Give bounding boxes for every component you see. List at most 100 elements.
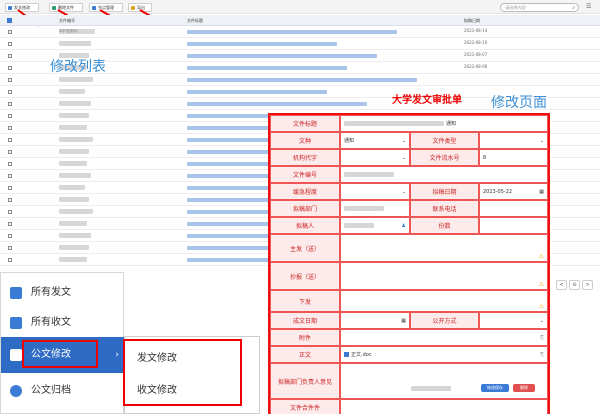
search-select[interactable]: -请选择内容- ⌕ [500,3,579,12]
inbox-icon [10,317,22,329]
row-doc-title-link[interactable] [187,102,367,106]
calendar-icon[interactable]: ▦ [401,318,406,324]
node-manage-button[interactable]: 节点管理 [89,3,123,12]
row-checkbox[interactable] [8,150,12,154]
table-row[interactable]: 中扩发资字( 2023-08-14 [0,26,600,38]
row-checkbox[interactable] [8,42,12,46]
search-icon[interactable]: ⌕ [572,5,575,12]
org-code-select[interactable]: ⌄ [340,149,410,166]
next-page-button[interactable]: > [582,280,593,290]
chevron-down-icon: ⌄ [401,154,406,161]
cover-field[interactable] [340,399,548,414]
row-checkbox[interactable] [8,138,12,142]
row-checkbox[interactable] [8,54,12,58]
row-draft-date: 2023-08-14 [464,28,488,33]
row-doc-title-link[interactable] [187,42,337,46]
urgency-select[interactable]: ⌄ [340,183,410,200]
row-doc-no [59,209,93,214]
row-doc-title-link[interactable] [187,54,377,58]
drafter-input[interactable]: ♟ [340,217,410,234]
table-row[interactable]: 2023-08-10 [0,38,600,50]
sidebar-item-all-receive[interactable]: 所有收文 [1,305,125,341]
row-checkbox[interactable] [8,126,12,130]
row-doc-title-link[interactable] [187,78,417,82]
label-serial: 文件流水号 [410,149,479,166]
row-checkbox[interactable] [8,210,12,214]
annotation-page-label: 修改页面 [491,95,547,111]
row-checkbox[interactable] [8,102,12,106]
row-doc-no [59,149,89,154]
serial-input[interactable]: 8 [479,149,548,166]
user-icon[interactable]: ♟ [402,223,406,229]
row-checkbox[interactable] [8,174,12,178]
row-checkbox[interactable] [8,66,12,70]
row-checkbox[interactable] [8,90,12,94]
label-cover: 文件合件件 [270,399,340,414]
doc-title-input[interactable]: 通知 [340,115,548,132]
toolbar: 发文修改 删除文件 节点管理 导出 -请选择内容- ⌕ ☰ [0,0,600,14]
cc-send-textarea[interactable]: ⚠ [340,262,548,290]
sidebar-item-archive[interactable]: 公文归档 [1,373,125,409]
row-checkbox[interactable] [8,234,12,238]
select-all-checkbox[interactable] [7,18,12,23]
attach-field[interactable]: ⎘ [340,329,548,346]
delete-button[interactable]: 删除 [513,384,535,392]
row-checkbox[interactable] [8,78,12,82]
label-doc-no: 文件编号 [270,166,340,183]
row-doc-no [59,233,91,238]
doc-type-select[interactable]: 通知 ⌄ [340,132,410,149]
approval-form: 文件标题 通知 文种 通知 ⌄ 文件类型 ⌄ 机构代字 ⌄ 文件流水号 8 文件编… [268,113,550,414]
done-date-input[interactable]: ▦ [340,312,410,329]
menu-icon[interactable]: ☰ [586,3,591,10]
row-doc-no [59,125,87,130]
row-doc-no [59,257,87,262]
copies-input[interactable] [479,217,548,234]
save-button[interactable]: 修改保存 [481,384,509,392]
paperclip-icon[interactable]: ⎘ [540,352,544,358]
label-main-send: 主发（送） [270,234,340,262]
row-checkbox[interactable] [8,162,12,166]
highlight-box [22,340,98,368]
archive-icon [10,385,22,397]
row-draft-date: 2023-08-07 [464,52,488,57]
opinion-field[interactable]: 修改保存 删除 [340,363,548,399]
issue-textarea[interactable]: ⚠ [340,290,548,312]
delete-icon [52,6,56,10]
row-checkbox[interactable] [8,114,12,118]
row-checkbox[interactable] [8,222,12,226]
edit-send-button[interactable]: 发文修改 [5,3,39,12]
paperclip-icon[interactable]: ⎘ [540,335,544,341]
phone-input[interactable] [479,200,548,217]
row-checkbox[interactable] [8,246,12,250]
dept-input[interactable] [340,200,410,217]
export-icon [131,6,135,10]
row-doc-no [59,161,87,166]
node-icon [92,6,96,10]
row-doc-title-link[interactable] [187,90,327,94]
form-title: 大学发文审批单 [392,95,462,106]
row-checkbox[interactable] [8,186,12,190]
annotation-list-label: 修改列表 [50,59,106,75]
row-checkbox[interactable] [8,198,12,202]
main-send-textarea[interactable]: ⚠ [340,234,548,262]
link-icon[interactable]: ⊝ [569,280,580,290]
label-done-date: 成文日期 [270,312,340,329]
row-checkbox[interactable] [8,30,12,34]
row-draft-date: 2023-08-10 [464,40,488,45]
row-checkbox[interactable] [8,258,12,262]
row-doc-no [59,77,93,82]
body-field[interactable]: 正文.doc ⎘ [340,346,548,363]
chevron-right-icon: › [115,350,119,360]
category-select[interactable]: ⌄ [479,132,548,149]
draft-date-input[interactable]: 2023-05-22 ▦ [479,183,548,200]
doc-no-input[interactable] [340,166,548,183]
chevron-down-icon: ⌄ [401,137,406,144]
prev-page-button[interactable]: < [556,280,567,290]
calendar-icon[interactable]: ▦ [539,189,544,195]
row-doc-title-link[interactable] [187,30,397,34]
row-doc-no [59,197,89,202]
row-doc-title-link[interactable] [187,66,347,70]
label-drafter: 拟稿人 [270,217,340,234]
public-select[interactable]: ⌄ [479,312,548,329]
delete-file-button[interactable]: 删除文件 [49,3,83,12]
